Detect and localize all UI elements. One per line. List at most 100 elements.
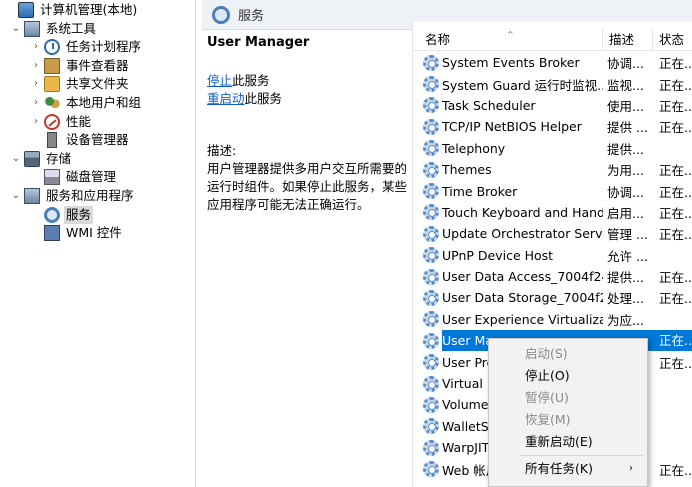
tree-item[interactable]: ⌄ 存储 — [10, 150, 73, 168]
service-status: 正在... — [659, 291, 692, 307]
service-row[interactable]: UPnP Device Host 允许 ... — [413, 245, 692, 266]
service-desc: 使用... — [607, 98, 644, 114]
service-name-cell: User Data Access_7004f24 — [413, 268, 603, 285]
service-status: 正在... — [659, 98, 692, 114]
tree-item[interactable]: ⌄ 服务和应用程序 — [10, 187, 136, 205]
service-gear-icon — [423, 418, 439, 435]
event-log-icon — [44, 57, 60, 74]
service-row[interactable]: Time Broker 协调... 正在... — [413, 180, 692, 201]
service-name: Task Scheduler — [442, 97, 536, 113]
services-gear-icon — [212, 5, 230, 24]
tree-item-label: 事件查看器 — [66, 57, 129, 73]
tree-item[interactable]: › 共享文件夹 — [30, 75, 131, 93]
tree-item[interactable]: 计算机管理(本地) — [4, 1, 139, 19]
service-desc: 提供 ... — [607, 120, 648, 136]
service-name: Update Orchestrator Service — [442, 226, 603, 242]
tree-item[interactable]: › 本地用户和组 — [30, 94, 143, 112]
expander-icon[interactable]: › — [30, 38, 42, 56]
service-row[interactable]: System Guard 运行时监视...监视... 正在... — [413, 73, 692, 94]
service-row[interactable]: TCP/IP NetBIOS Helper 提供 ... 正在... — [413, 116, 692, 137]
apps-icon — [24, 188, 40, 204]
tree-item-label: 计算机管理(本地) — [40, 2, 138, 17]
service-gear-icon — [423, 247, 439, 264]
menu-item-label: 重新启动(E) — [525, 434, 593, 449]
tree-item[interactable]: › 任务计划程序 — [30, 38, 143, 56]
expander-icon[interactable]: › — [30, 94, 42, 112]
tree-item[interactable]: ⌄ 系统工具 — [10, 20, 98, 38]
expander-icon[interactable]: › — [30, 57, 42, 75]
service-gear-icon — [423, 289, 439, 306]
service-name: System Guard 运行时监视... — [442, 77, 603, 93]
context-menu-item[interactable]: 所有任务(K) › — [489, 458, 647, 480]
folder-icon — [44, 76, 60, 93]
service-description-pane: User Manager 停止此服务 重启动此服务 描述: 用户管理器提供多用户… — [202, 30, 412, 487]
service-gear-icon — [423, 118, 439, 135]
tree-item-label: 任务计划程序 — [66, 39, 142, 55]
service-gear-icon — [423, 140, 439, 157]
service-gear-icon — [423, 396, 439, 413]
service-desc: 管理 ... — [607, 227, 648, 243]
service-row[interactable]: Task Scheduler 使用... 正在... — [413, 95, 692, 116]
stop-service-link[interactable]: 停止 — [207, 73, 232, 88]
tree-item[interactable]: 磁盘管理 — [30, 168, 118, 186]
service-row[interactable]: User Data Access_7004f24提供... 正在... — [413, 266, 692, 287]
expander-icon[interactable]: › — [30, 75, 42, 93]
tree-item[interactable]: 服务 — [30, 205, 94, 224]
tree-item-label: WMI 控件 — [66, 225, 122, 241]
service-name: System Events Broker — [442, 55, 580, 71]
context-menu-item[interactable]: 重新启动(E) — [489, 431, 647, 453]
service-name: UPnP Device Host — [442, 247, 554, 263]
service-status: 正在... — [659, 56, 692, 72]
service-gear-icon — [423, 54, 439, 71]
service-row[interactable]: Touch Keyboard and Hand...启用... 正在... — [413, 202, 692, 223]
service-name-cell: Touch Keyboard and Hand... — [413, 204, 603, 221]
column-desc-header[interactable]: 描述 — [603, 29, 653, 50]
service-name-cell: System Guard 运行时监视... — [413, 75, 603, 94]
service-desc: 提供... — [607, 270, 644, 286]
service-row[interactable]: Update Orchestrator Service管理 ... 正在... — [413, 223, 692, 244]
expander-icon[interactable]: › — [30, 113, 42, 131]
device-icon — [47, 132, 57, 149]
expander-icon[interactable]: ⌄ — [10, 20, 22, 38]
service-desc: 提供... — [607, 141, 644, 157]
tree-item[interactable]: › 事件查看器 — [30, 57, 131, 75]
menu-item-label: 停止(O) — [525, 368, 570, 383]
service-name: User Data Access_7004f24 — [442, 269, 603, 285]
performance-icon — [44, 113, 60, 130]
column-name-header[interactable]: ^ 名称 — [413, 29, 603, 50]
service-gear-icon — [423, 375, 439, 392]
service-row[interactable]: User Data Storage_7004f24处理... 正在... — [413, 287, 692, 308]
toolbox-icon — [24, 20, 40, 37]
service-desc: 为用... — [607, 163, 644, 179]
service-name: User Pro — [442, 354, 495, 370]
column-status-header[interactable]: 状态 — [653, 29, 692, 50]
service-desc: 启用... — [607, 205, 644, 221]
tree-item[interactable]: WMI 控件 — [30, 224, 124, 242]
service-name: Themes — [442, 162, 492, 178]
service-name: Time Broker — [442, 183, 518, 199]
service-row[interactable]: System Events Broker 协调... 正在... — [413, 52, 692, 73]
context-menu-item[interactable]: 停止(O) — [489, 365, 647, 387]
restart-service-link[interactable]: 重启动 — [207, 91, 245, 106]
tree-item-label: 服务和应用程序 — [46, 188, 134, 203]
computer-icon — [18, 2, 34, 18]
service-name-cell: Time Broker — [413, 183, 603, 200]
tree-item[interactable]: › 性能 — [30, 113, 93, 131]
expander-icon[interactable]: ⌄ — [10, 187, 22, 205]
service-name-cell: User Experience Virtualizat... — [413, 311, 603, 328]
tree-item-label: 性能 — [66, 113, 92, 129]
context-menu-item: 恢复(M) — [489, 409, 647, 431]
service-row[interactable]: Themes 为用... 正在... — [413, 159, 692, 180]
navigation-tree: 计算机管理(本地) ⌄ 系统工具 › 任务计划程序 › 事件查看器 › 共享文件夹 › 本地用户和组… — [0, 0, 196, 487]
service-name: TCP/IP NetBIOS Helper — [442, 119, 582, 135]
expander-icon[interactable]: ⌄ — [10, 150, 22, 168]
service-row[interactable]: Telephony 提供... — [413, 138, 692, 159]
storage-icon — [24, 150, 40, 167]
tree-item-label: 系统工具 — [46, 20, 97, 36]
service-gear-icon — [423, 461, 439, 478]
service-row[interactable]: User Experience Virtualizat...为应... — [413, 309, 692, 330]
description-text: 用户管理器提供多用户交互所需要的运行时组件。如果停止此服务，某些应用程序可能无法… — [207, 161, 408, 212]
tree-item[interactable]: 设备管理器 — [30, 131, 131, 149]
service-name-cell: UPnP Device Host — [413, 247, 603, 264]
service-name-cell: Update Orchestrator Service — [413, 225, 603, 242]
